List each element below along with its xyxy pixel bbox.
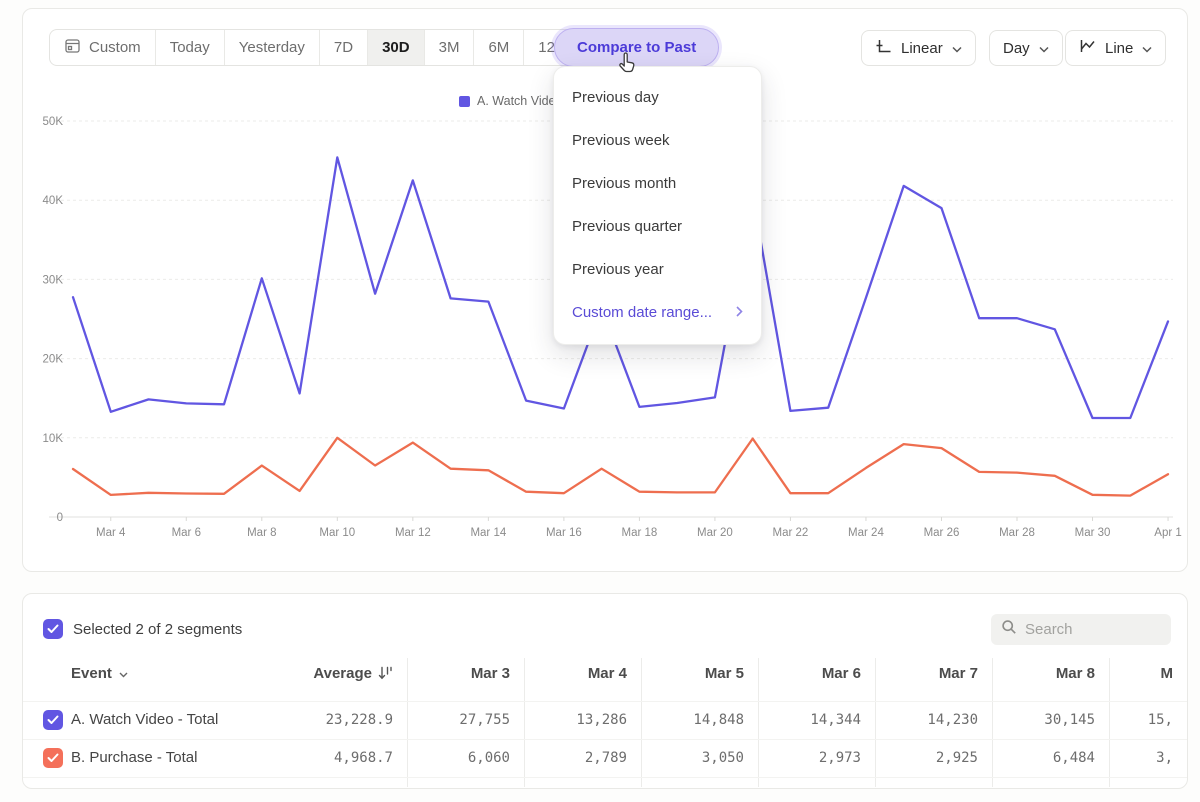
y-axis-tick-label: 10K bbox=[43, 433, 64, 445]
cell-value: 14,344 bbox=[725, 712, 861, 728]
interval-dropdown-button[interactable]: Day bbox=[989, 30, 1063, 66]
column-header-average[interactable]: Average bbox=[257, 665, 393, 682]
check-icon bbox=[47, 715, 59, 725]
preset-today[interactable]: Today bbox=[156, 30, 225, 65]
series-line-b[interactable] bbox=[73, 438, 1168, 496]
scale-dropdown-button[interactable]: Linear bbox=[861, 30, 976, 66]
menu-item-previous-day[interactable]: Previous day bbox=[554, 76, 761, 119]
x-axis-tick-label: Mar 26 bbox=[924, 527, 960, 539]
line-chart-icon bbox=[1079, 38, 1096, 58]
x-axis-tick-label: Mar 28 bbox=[999, 527, 1035, 539]
chevron-right-icon bbox=[736, 304, 743, 321]
event-column-header[interactable]: Event bbox=[71, 665, 128, 682]
x-axis-tick-label: Mar 20 bbox=[697, 527, 733, 539]
row-separator bbox=[23, 739, 1187, 740]
cell-value: 15, bbox=[1037, 712, 1173, 728]
y-axis-tick-label: 40K bbox=[43, 195, 64, 207]
axis-scale-icon bbox=[875, 38, 892, 58]
preset-custom[interactable]: Custom bbox=[50, 30, 156, 65]
x-axis-tick-label: Mar 30 bbox=[1075, 527, 1111, 539]
series-a-swatch bbox=[459, 96, 470, 107]
x-axis-tick-label: Mar 10 bbox=[319, 527, 355, 539]
column-header-mar-7[interactable]: Mar 7 bbox=[842, 665, 978, 682]
chevron-down-icon bbox=[1039, 40, 1049, 57]
cell-value: 3, bbox=[1037, 750, 1173, 766]
cell-value: 14,848 bbox=[608, 712, 744, 728]
column-header-mar-3[interactable]: Mar 3 bbox=[374, 665, 510, 682]
x-axis-tick-label: Mar 12 bbox=[395, 527, 431, 539]
preset-30d-selected[interactable]: 30D bbox=[368, 30, 425, 65]
segment-row-label: B. Purchase - Total bbox=[71, 749, 197, 766]
cell-value: 2,973 bbox=[725, 750, 861, 766]
preset-7d[interactable]: 7D bbox=[320, 30, 368, 65]
search-input[interactable] bbox=[1025, 621, 1155, 638]
cell-value: 14,230 bbox=[842, 712, 978, 728]
row-separator bbox=[23, 777, 1187, 778]
menu-item-custom-date-range[interactable]: Custom date range... bbox=[554, 291, 761, 334]
x-axis-tick-label: Mar 8 bbox=[247, 527, 276, 539]
x-axis-tick-label: Mar 16 bbox=[546, 527, 582, 539]
cell-value: 2,925 bbox=[842, 750, 978, 766]
y-axis-tick-label: 30K bbox=[43, 274, 64, 286]
preset-6m[interactable]: 6M bbox=[474, 30, 524, 65]
x-axis-tick-label: Mar 22 bbox=[773, 527, 809, 539]
segment-row-label: A. Watch Video - Total bbox=[71, 711, 218, 728]
x-axis-tick-label: Mar 6 bbox=[172, 527, 201, 539]
segments-panel: Selected 2 of 2 segments Event AverageMa… bbox=[22, 593, 1188, 789]
x-axis-tick-label: Mar 18 bbox=[622, 527, 658, 539]
compare-to-past-menu: Previous day Previous week Previous mont… bbox=[553, 66, 762, 345]
x-axis-tick-label: Apr 1 bbox=[1154, 527, 1182, 539]
cell-value: 13,286 bbox=[491, 712, 627, 728]
preset-3m[interactable]: 3M bbox=[425, 30, 475, 65]
check-icon bbox=[47, 753, 59, 763]
x-axis-tick-label: Mar 24 bbox=[848, 527, 884, 539]
segment-checkbox-b[interactable] bbox=[43, 748, 63, 768]
cell-value: 23,228.9 bbox=[257, 712, 393, 728]
y-axis-tick-label: 20K bbox=[43, 354, 64, 366]
cell-value: 2,789 bbox=[491, 750, 627, 766]
menu-item-previous-week[interactable]: Previous week bbox=[554, 119, 761, 162]
calendar-icon bbox=[64, 37, 81, 58]
menu-item-previous-month[interactable]: Previous month bbox=[554, 162, 761, 205]
chart-type-dropdown-button[interactable]: Line bbox=[1065, 30, 1166, 66]
check-icon bbox=[47, 624, 59, 634]
cell-value: 27,755 bbox=[374, 712, 510, 728]
date-preset-group: Custom Today Yesterday 7D 30D 3M 6M 12M bbox=[49, 29, 582, 66]
cell-value: 6,060 bbox=[374, 750, 510, 766]
series-a-legend-label: A. Watch Vide bbox=[477, 94, 556, 108]
column-header-m[interactable]: M bbox=[1037, 665, 1173, 682]
segments-search[interactable] bbox=[991, 614, 1171, 645]
menu-item-previous-quarter[interactable]: Previous quarter bbox=[554, 205, 761, 248]
y-axis-tick-label: 50K bbox=[43, 116, 64, 128]
menu-item-previous-year[interactable]: Previous year bbox=[554, 248, 761, 291]
x-axis-tick-label: Mar 14 bbox=[470, 527, 506, 539]
selected-segments-summary: Selected 2 of 2 segments bbox=[73, 621, 242, 638]
x-axis-tick-label: Mar 4 bbox=[96, 527, 126, 539]
search-icon bbox=[1001, 619, 1017, 640]
chart-legend: A. Watch Vide bbox=[459, 94, 556, 108]
row-separator bbox=[23, 701, 1187, 702]
column-header-mar-5[interactable]: Mar 5 bbox=[608, 665, 744, 682]
y-axis-tick-label: 0 bbox=[57, 512, 63, 524]
chevron-down-icon bbox=[119, 665, 128, 682]
cell-value: 3,050 bbox=[608, 750, 744, 766]
cell-value: 4,968.7 bbox=[257, 750, 393, 766]
select-all-checkbox[interactable] bbox=[43, 619, 63, 639]
segment-checkbox-a[interactable] bbox=[43, 710, 63, 730]
mouse-cursor-pointer bbox=[615, 51, 639, 80]
column-header-mar-4[interactable]: Mar 4 bbox=[491, 665, 627, 682]
chevron-down-icon bbox=[1142, 40, 1152, 57]
preset-yesterday[interactable]: Yesterday bbox=[225, 30, 320, 65]
chevron-down-icon bbox=[952, 40, 962, 57]
preset-label: Custom bbox=[89, 39, 141, 56]
column-header-mar-6[interactable]: Mar 6 bbox=[725, 665, 861, 682]
